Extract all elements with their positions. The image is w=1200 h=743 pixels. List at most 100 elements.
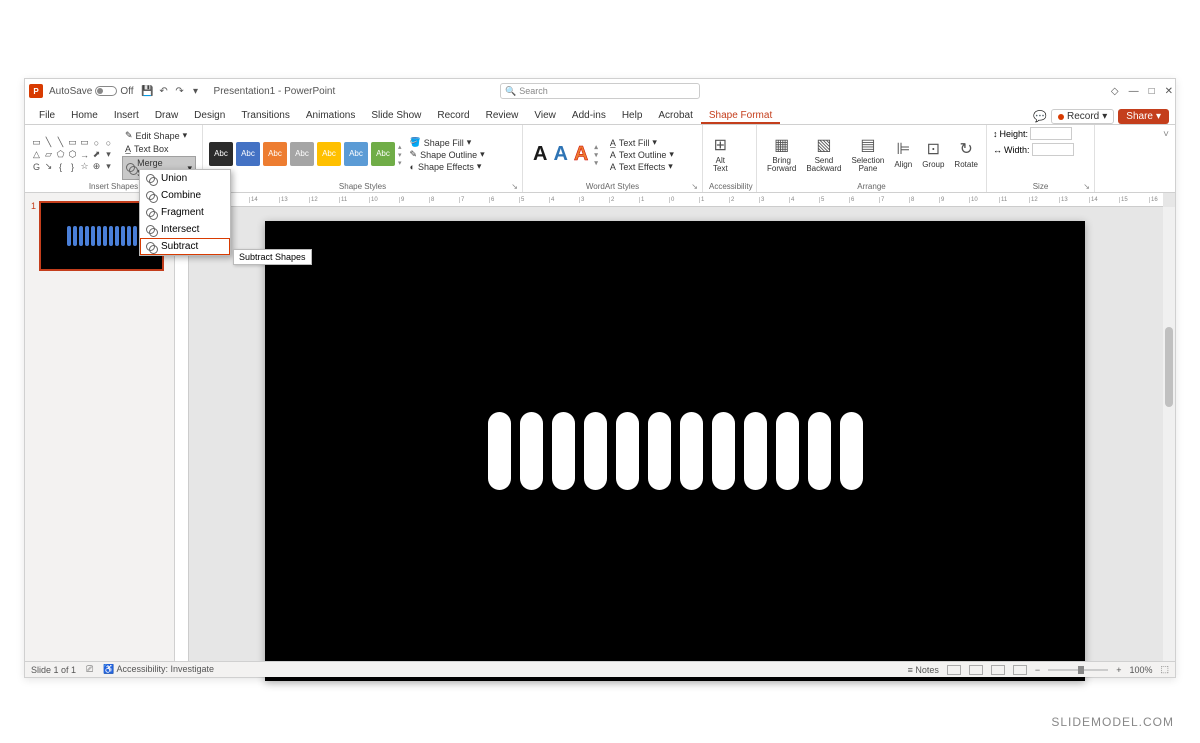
selection-pane-button[interactable]: ▤Selection Pane — [847, 134, 888, 175]
gallery-scroll-icon[interactable]: ▴▾▾ — [594, 143, 598, 167]
wordart-style[interactable]: A — [553, 143, 567, 167]
text-fill-button[interactable]: A̲Text Fill▾ — [610, 137, 674, 148]
minimize-icon[interactable]: — — [1129, 86, 1139, 97]
align-button[interactable]: ⊫Align — [890, 138, 916, 171]
tab-record[interactable]: Record — [429, 107, 477, 124]
width-input-row: ↔Width: — [993, 143, 1074, 156]
record-button[interactable]: Record▾ — [1051, 109, 1114, 124]
maximize-icon[interactable]: □ — [1149, 86, 1155, 97]
tab-file[interactable]: File — [31, 107, 63, 124]
wordart-style[interactable]: A — [533, 143, 547, 167]
text-box-button[interactable]: A̲Text Box — [122, 143, 196, 155]
qat-dropdown-icon[interactable]: ▾ — [188, 83, 204, 99]
tab-draw[interactable]: Draw — [147, 107, 186, 124]
close-icon[interactable]: ✕ — [1165, 86, 1173, 97]
send-backward-button[interactable]: ▧Send Backward — [802, 134, 845, 175]
zoom-slider[interactable] — [1048, 669, 1108, 671]
scrollbar-thumb[interactable] — [1165, 327, 1173, 407]
style-swatch[interactable]: Abc — [236, 142, 260, 166]
undo-icon[interactable]: ↶ — [156, 83, 172, 99]
collapse-ribbon-icon[interactable]: ˅ — [1157, 125, 1175, 192]
slideshow-view-icon[interactable] — [1013, 665, 1027, 675]
tab-home[interactable]: Home — [63, 107, 106, 124]
shape-capsule[interactable] — [680, 412, 703, 490]
group-button[interactable]: ⊡Group — [918, 138, 948, 171]
shape-capsule[interactable] — [808, 412, 831, 490]
share-button[interactable]: Share▾ — [1118, 109, 1169, 124]
shape-capsule[interactable] — [776, 412, 799, 490]
comments-icon[interactable]: 💬 — [1033, 110, 1047, 123]
menu-item-union[interactable]: Union — [140, 170, 230, 187]
bring-forward-button[interactable]: ▦Bring Forward — [763, 134, 800, 175]
dialog-launcher-icon[interactable]: ↘ — [1083, 182, 1090, 191]
style-swatch[interactable]: Abc — [371, 142, 395, 166]
text-outline-button[interactable]: AText Outline▾ — [610, 149, 674, 160]
language-icon[interactable]: ⎚ — [86, 664, 93, 675]
menu-item-intersect[interactable]: Intersect — [140, 221, 230, 238]
width-input[interactable] — [1032, 143, 1074, 156]
style-swatch[interactable]: Abc — [344, 142, 368, 166]
text-effects-button[interactable]: AText Effects▾ — [610, 161, 674, 172]
shape-effects-button[interactable]: ◐Shape Effects▾ — [410, 161, 485, 172]
edit-shape-button[interactable]: ✎Edit Shape▾ — [122, 129, 196, 142]
text-box-icon: A̲ — [125, 144, 131, 154]
shape-capsule[interactable] — [648, 412, 671, 490]
style-swatch[interactable]: Abc — [290, 142, 314, 166]
wordart-style[interactable]: A — [574, 143, 588, 167]
shape-capsule[interactable] — [712, 412, 735, 490]
diamond-icon[interactable]: ◇ — [1111, 86, 1119, 97]
tab-acrobat[interactable]: Acrobat — [650, 107, 700, 124]
tab-help[interactable]: Help — [614, 107, 651, 124]
shape-capsule[interactable] — [616, 412, 639, 490]
normal-view-icon[interactable] — [947, 665, 961, 675]
shape-outline-button[interactable]: ✎Shape Outline▾ — [410, 149, 485, 160]
vertical-scrollbar[interactable] — [1163, 207, 1175, 661]
shape-capsule[interactable] — [744, 412, 767, 490]
tab-transitions[interactable]: Transitions — [233, 107, 298, 124]
height-input[interactable] — [1030, 127, 1072, 140]
dialog-launcher-icon[interactable]: ↘ — [691, 182, 698, 191]
shape-capsule[interactable] — [488, 412, 511, 490]
tab-view[interactable]: View — [526, 107, 564, 124]
slide-canvas[interactable] — [265, 221, 1085, 681]
zoom-in-icon[interactable]: + — [1116, 665, 1121, 675]
shape-style-gallery[interactable]: Abc Abc Abc Abc Abc Abc Abc ▴▾▾ — [209, 142, 402, 168]
autosave-toggle[interactable]: AutoSave Off — [49, 86, 134, 97]
shape-capsule[interactable] — [840, 412, 863, 490]
save-icon[interactable]: 💾 — [140, 83, 156, 99]
tab-review[interactable]: Review — [478, 107, 527, 124]
rotate-button[interactable]: ↻Rotate — [950, 138, 982, 171]
style-swatch[interactable]: Abc — [209, 142, 233, 166]
menu-item-fragment[interactable]: Fragment — [140, 204, 230, 221]
style-swatch[interactable]: Abc — [317, 142, 341, 166]
shapes-gallery[interactable]: ▭╲╲▭▭○○ △▱⬠⬡→⬈▾ G↘{}☆⊕▾ — [31, 137, 114, 172]
search-input[interactable]: 🔍 Search — [500, 83, 700, 99]
shape-capsule[interactable] — [520, 412, 543, 490]
tab-shape-format[interactable]: Shape Format — [701, 107, 780, 124]
dialog-launcher-icon[interactable]: ↘ — [511, 182, 518, 191]
group-label-wordart: WordArt Styles↘ — [529, 182, 696, 192]
tab-slideshow[interactable]: Slide Show — [363, 107, 429, 124]
wordart-gallery[interactable]: A A A ▴▾▾ — [529, 143, 602, 167]
fit-to-window-icon[interactable]: ⬚ — [1160, 664, 1169, 675]
tab-insert[interactable]: Insert — [106, 107, 147, 124]
menu-item-combine[interactable]: Combine — [140, 187, 230, 204]
tab-animations[interactable]: Animations — [298, 107, 363, 124]
alt-text-button[interactable]: ⊞Alt Text — [709, 134, 732, 175]
gallery-scroll-icon[interactable]: ▴▾▾ — [398, 142, 402, 168]
reading-view-icon[interactable] — [991, 665, 1005, 675]
tab-design[interactable]: Design — [186, 107, 233, 124]
notes-button[interactable]: ≡ Notes — [908, 665, 939, 675]
zoom-out-icon[interactable]: − — [1035, 665, 1040, 675]
sorter-view-icon[interactable] — [969, 665, 983, 675]
accessibility-status[interactable]: ♿ Accessibility: Investigate — [103, 664, 214, 675]
toggle-switch-icon[interactable] — [95, 86, 117, 96]
shape-capsule[interactable] — [584, 412, 607, 490]
tab-addins[interactable]: Add-ins — [564, 107, 614, 124]
shape-fill-button[interactable]: 🪣Shape Fill▾ — [410, 137, 485, 148]
shape-capsule[interactable] — [552, 412, 575, 490]
zoom-level[interactable]: 100% — [1129, 665, 1152, 675]
menu-item-subtract[interactable]: Subtract — [140, 238, 230, 255]
redo-icon[interactable]: ↷ — [172, 83, 188, 99]
style-swatch[interactable]: Abc — [263, 142, 287, 166]
